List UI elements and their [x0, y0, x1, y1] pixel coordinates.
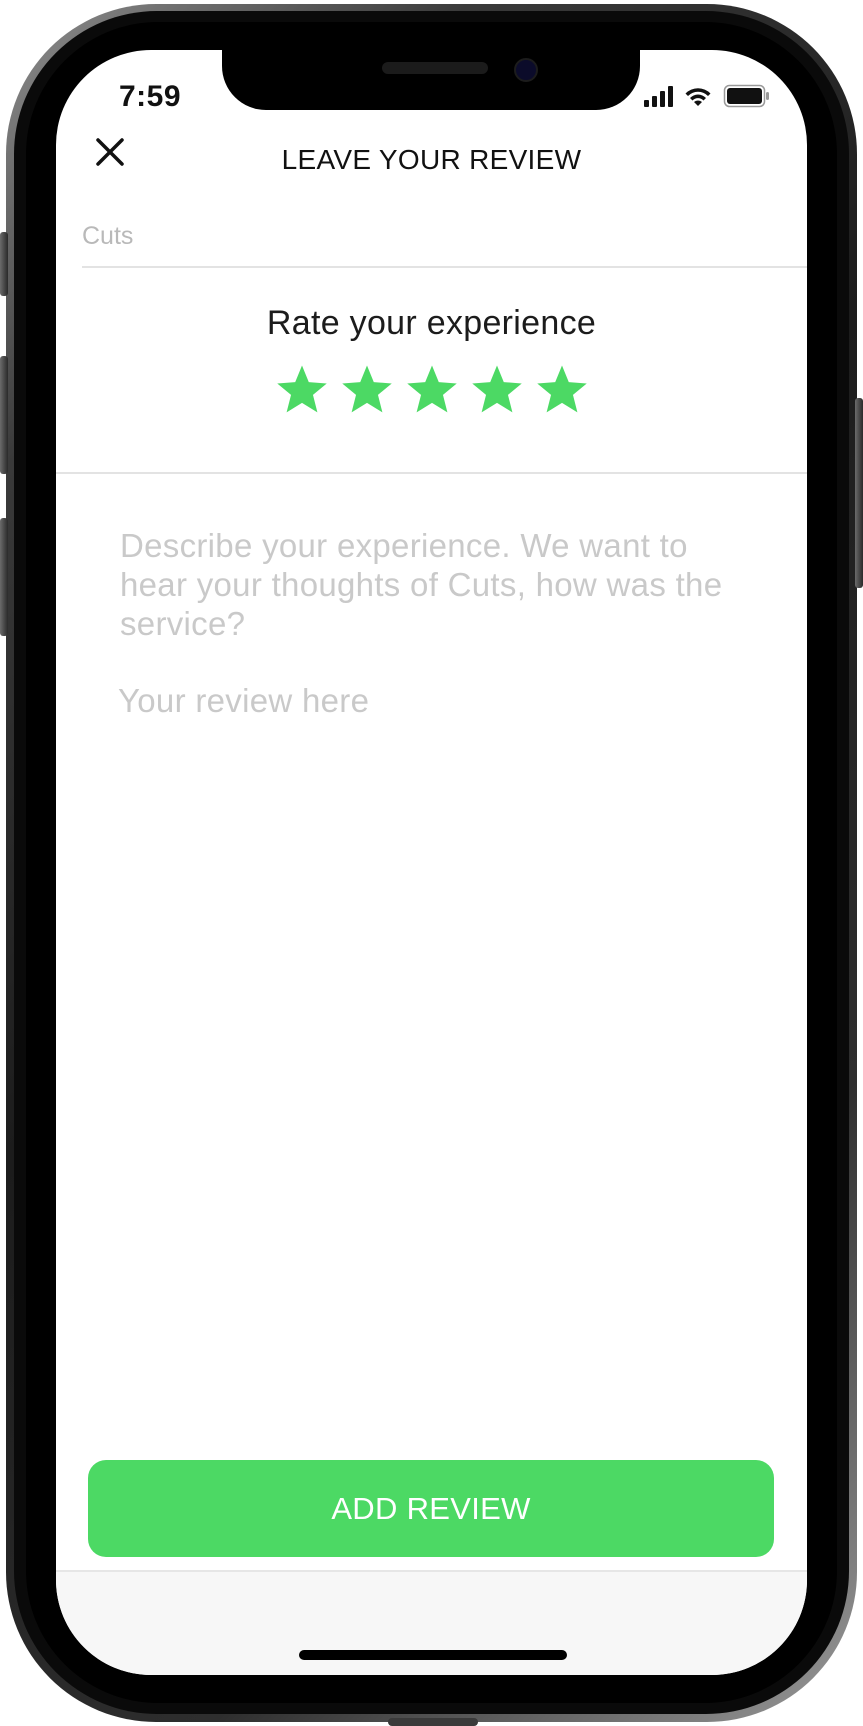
star-icon-1[interactable]: [274, 362, 330, 418]
notch: [222, 50, 640, 110]
star-rating: [274, 362, 594, 422]
home-indicator: [299, 1650, 567, 1660]
mute-switch: [0, 232, 8, 296]
front-camera: [514, 58, 538, 82]
volume-down-button: [0, 518, 8, 636]
earpiece-speaker: [382, 62, 488, 74]
app-screen: 7:59 LEAVE YOUR REVIEW Cuts Rate your ex…: [56, 50, 807, 1675]
wifi-icon: [685, 88, 711, 106]
bottom-speaker: [388, 1718, 478, 1726]
rating-title: Rate your experience: [266, 304, 597, 342]
star-icon-4[interactable]: [469, 362, 525, 418]
rating-divider: [56, 472, 807, 474]
star-icon-5[interactable]: [534, 362, 590, 418]
power-button: [855, 398, 863, 588]
review-input[interactable]: [118, 682, 738, 1302]
signal-icon: [644, 86, 673, 107]
star-icon-3[interactable]: [404, 362, 460, 418]
business-name: Cuts: [82, 222, 134, 250]
status-time: 7:59: [119, 80, 182, 113]
page-title: LEAVE YOUR REVIEW: [281, 144, 582, 175]
star-icon-2[interactable]: [339, 362, 395, 418]
review-prompt: Describe your experience. We want to hea…: [120, 527, 723, 642]
status-icons: [644, 84, 769, 108]
header-divider: [82, 266, 807, 268]
volume-up-button: [0, 356, 8, 474]
add-review-button[interactable]: ADD REVIEW: [88, 1460, 774, 1557]
battery-icon: [723, 84, 769, 108]
